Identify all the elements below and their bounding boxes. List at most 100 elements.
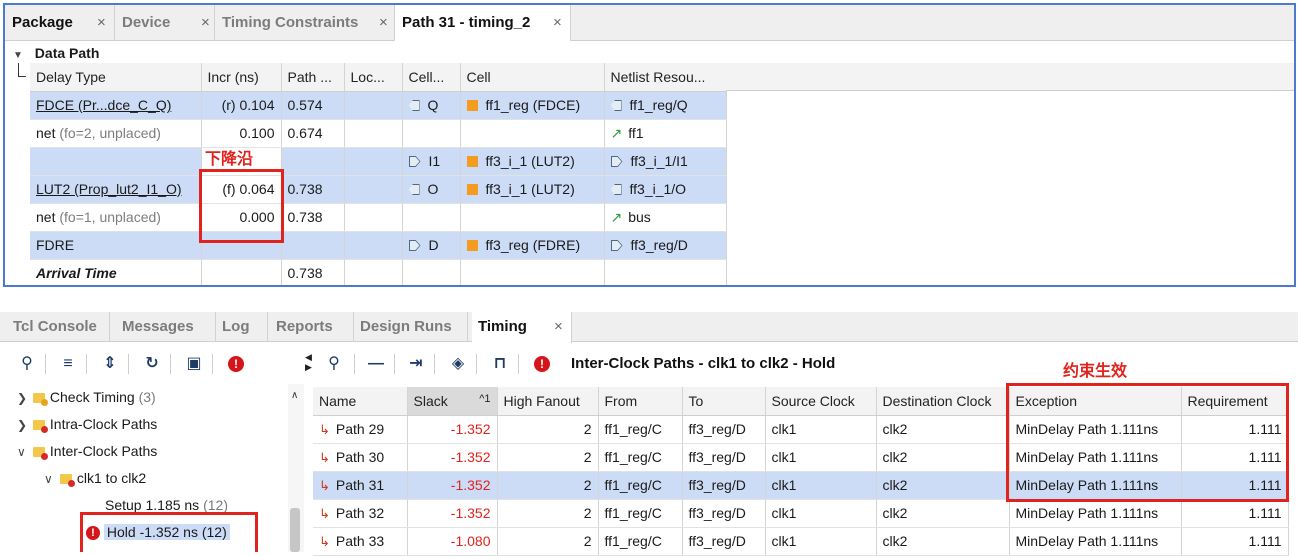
net-icon: ↗	[610, 208, 623, 225]
tab-reports[interactable]: Reports	[270, 312, 354, 342]
scroll-up-icon[interactable]: ∧	[291, 390, 298, 401]
delay-type-link[interactable]: LUT2 (Prop_lut2_I1_O)	[36, 181, 182, 197]
cell-icon	[466, 184, 478, 195]
path-icon: ↳	[319, 449, 330, 465]
tab-log[interactable]: Log	[216, 312, 268, 342]
table-row[interactable]: LUT2 (Prop_lut2_I1_O) (f) 0.064 0.738 O …	[30, 175, 727, 204]
table-header: Delay Type Incr (ns) Path ... Loc... Cel…	[30, 63, 727, 92]
path-icon: ↳	[319, 505, 330, 521]
annotation-box-hold	[80, 512, 258, 552]
tab-device[interactable]: Device ×	[115, 5, 215, 41]
error-icon[interactable]: !	[532, 354, 552, 374]
col-slack[interactable]: Slack ^1	[407, 387, 498, 416]
tree-scrollbar-thumb[interactable]	[290, 508, 300, 552]
tab-timing[interactable]: Timing ×	[472, 312, 572, 343]
col-incr[interactable]: Incr (ns)	[201, 63, 282, 92]
tree-toolbar: ⚲ ≡ ⇕ ↻ ▣ !	[0, 344, 305, 384]
cell-icon	[466, 100, 478, 111]
tree-item-check-timing[interactable]: ❯ Check Timing (3)	[17, 384, 156, 411]
tab-path-31[interactable]: Path 31 - timing_2 ×	[395, 5, 571, 42]
input-pin-icon	[408, 240, 421, 251]
search-icon[interactable]: ⚲	[17, 354, 37, 374]
folder-error-icon	[59, 474, 75, 487]
col-destination-clock[interactable]: Destination Clock	[876, 387, 1010, 416]
chevron-right-icon[interactable]: ❯	[17, 385, 29, 412]
top-tab-bar: Package × Device × Timing Constraints × …	[5, 5, 1294, 42]
net-icon: ↗	[610, 124, 623, 141]
cell-icon	[466, 240, 478, 251]
input-pin-icon	[610, 240, 623, 251]
tree-item-intra-clock[interactable]: ❯ Intra-Clock Paths	[17, 411, 157, 438]
chevron-down-icon[interactable]: ▼	[13, 50, 23, 61]
table-row[interactable]: net (fo=2, unplaced) 0.100 0.674 ↗ ff1	[30, 119, 727, 148]
table-row[interactable]: I1 ff3_i_1 (LUT2) ff3_i_1/I1	[30, 147, 727, 176]
data-path-header[interactable]: ▼ Data Path	[13, 43, 99, 63]
col-delay-type[interactable]: Delay Type	[30, 63, 202, 92]
table-row[interactable]: Arrival Time 0.738	[30, 259, 727, 285]
error-icon[interactable]: !	[226, 354, 246, 374]
waveform-icon[interactable]: ⊓	[490, 354, 510, 374]
refresh-icon[interactable]: ↻	[142, 354, 162, 374]
col-netlist[interactable]: Netlist Resou...	[604, 63, 727, 92]
col-cell-pin[interactable]: Cell...	[402, 63, 461, 92]
splitter-arrows-icon[interactable]: ◀ ▶	[305, 352, 312, 372]
col-loc[interactable]: Loc...	[344, 63, 403, 92]
close-icon[interactable]: ×	[553, 5, 562, 41]
cell-icon	[466, 156, 478, 167]
pane-splitter[interactable]	[0, 289, 1298, 311]
chevron-down-icon[interactable]: ∨	[17, 439, 29, 466]
expand-all-icon[interactable]: ⇕	[100, 354, 120, 374]
col-name[interactable]: Name	[313, 387, 408, 416]
bottom-tab-bar: Tcl Console Messages Log Reports Design …	[0, 312, 1298, 343]
tab-messages[interactable]: Messages	[116, 312, 216, 342]
output-pin-icon	[610, 100, 622, 111]
toolbar-separator	[86, 354, 87, 374]
toolbar-separator	[212, 354, 213, 374]
tab-package[interactable]: Package ×	[5, 5, 115, 41]
data-path-table: Delay Type Incr (ns) Path ... Loc... Cel…	[30, 63, 727, 285]
col-to[interactable]: To	[682, 387, 766, 416]
search-icon[interactable]: ⚲	[324, 354, 344, 374]
table-row[interactable]: ↳ Path 33 -1.080 2 ff1_reg/C ff3_reg/D cl…	[313, 527, 1289, 556]
col-source-clock[interactable]: Source Clock	[765, 387, 877, 416]
table-row[interactable]: net (fo=1, unplaced) 0.000 0.738 ↗ bus	[30, 203, 727, 232]
tree-connector	[18, 63, 26, 77]
close-icon[interactable]: ×	[379, 5, 388, 41]
folder-warning-icon	[32, 393, 48, 406]
chevron-right-icon[interactable]: ❯	[17, 412, 29, 439]
collapse-all-icon[interactable]: ≡	[58, 354, 78, 374]
col-path[interactable]: Path ...	[281, 63, 345, 92]
step-into-icon[interactable]: ⇥	[406, 354, 426, 374]
annotation-constraint-effective: 约束生效	[1063, 363, 1128, 380]
toolbar-separator	[476, 354, 477, 374]
annotation-box-exception	[1006, 383, 1289, 502]
close-icon[interactable]: ×	[97, 5, 106, 41]
tab-tcl-console[interactable]: Tcl Console	[0, 312, 110, 342]
minus-icon[interactable]: —	[366, 354, 386, 374]
path-report-pane: Package × Device × Timing Constraints × …	[3, 3, 1296, 287]
output-pin-icon	[610, 184, 622, 195]
annotation-box-incr	[199, 169, 284, 243]
table-row[interactable]: FDRE D ff3_reg (FDRE) ff3_reg/D	[30, 231, 727, 260]
delay-type-link[interactable]: FDCE (Pr...dce_C_Q)	[36, 97, 171, 113]
col-high-fanout[interactable]: High Fanout	[497, 387, 599, 416]
annotation-falling-edge: 下降沿	[205, 151, 254, 168]
tab-timing-constraints[interactable]: Timing Constraints ×	[215, 5, 395, 41]
save-icon[interactable]: ▣	[184, 354, 204, 374]
tab-design-runs[interactable]: Design Runs	[354, 312, 468, 342]
table-row[interactable]: FDCE (Pr...dce_C_Q) (r) 0.104 0.574 Q ff…	[30, 91, 727, 120]
col-from[interactable]: From	[598, 387, 683, 416]
tree-item-clk1-to-clk2[interactable]: ∨ clk1 to clk2	[44, 465, 146, 492]
diamond-icon[interactable]: ◈	[448, 354, 468, 374]
tree-item-inter-clock[interactable]: ∨ Inter-Clock Paths	[17, 438, 157, 465]
toolbar-separator	[434, 354, 435, 374]
col-cell[interactable]: Cell	[460, 63, 605, 92]
close-icon[interactable]: ×	[201, 5, 210, 41]
folder-error-icon	[32, 447, 48, 460]
table-row[interactable]: ↳ Path 32 -1.352 2 ff1_reg/C ff3_reg/D cl…	[313, 499, 1289, 528]
toolbar-separator	[354, 354, 355, 374]
toolbar-separator	[128, 354, 129, 374]
input-pin-icon	[610, 156, 623, 167]
close-icon[interactable]: ×	[554, 312, 563, 342]
chevron-down-icon[interactable]: ∨	[44, 466, 56, 493]
